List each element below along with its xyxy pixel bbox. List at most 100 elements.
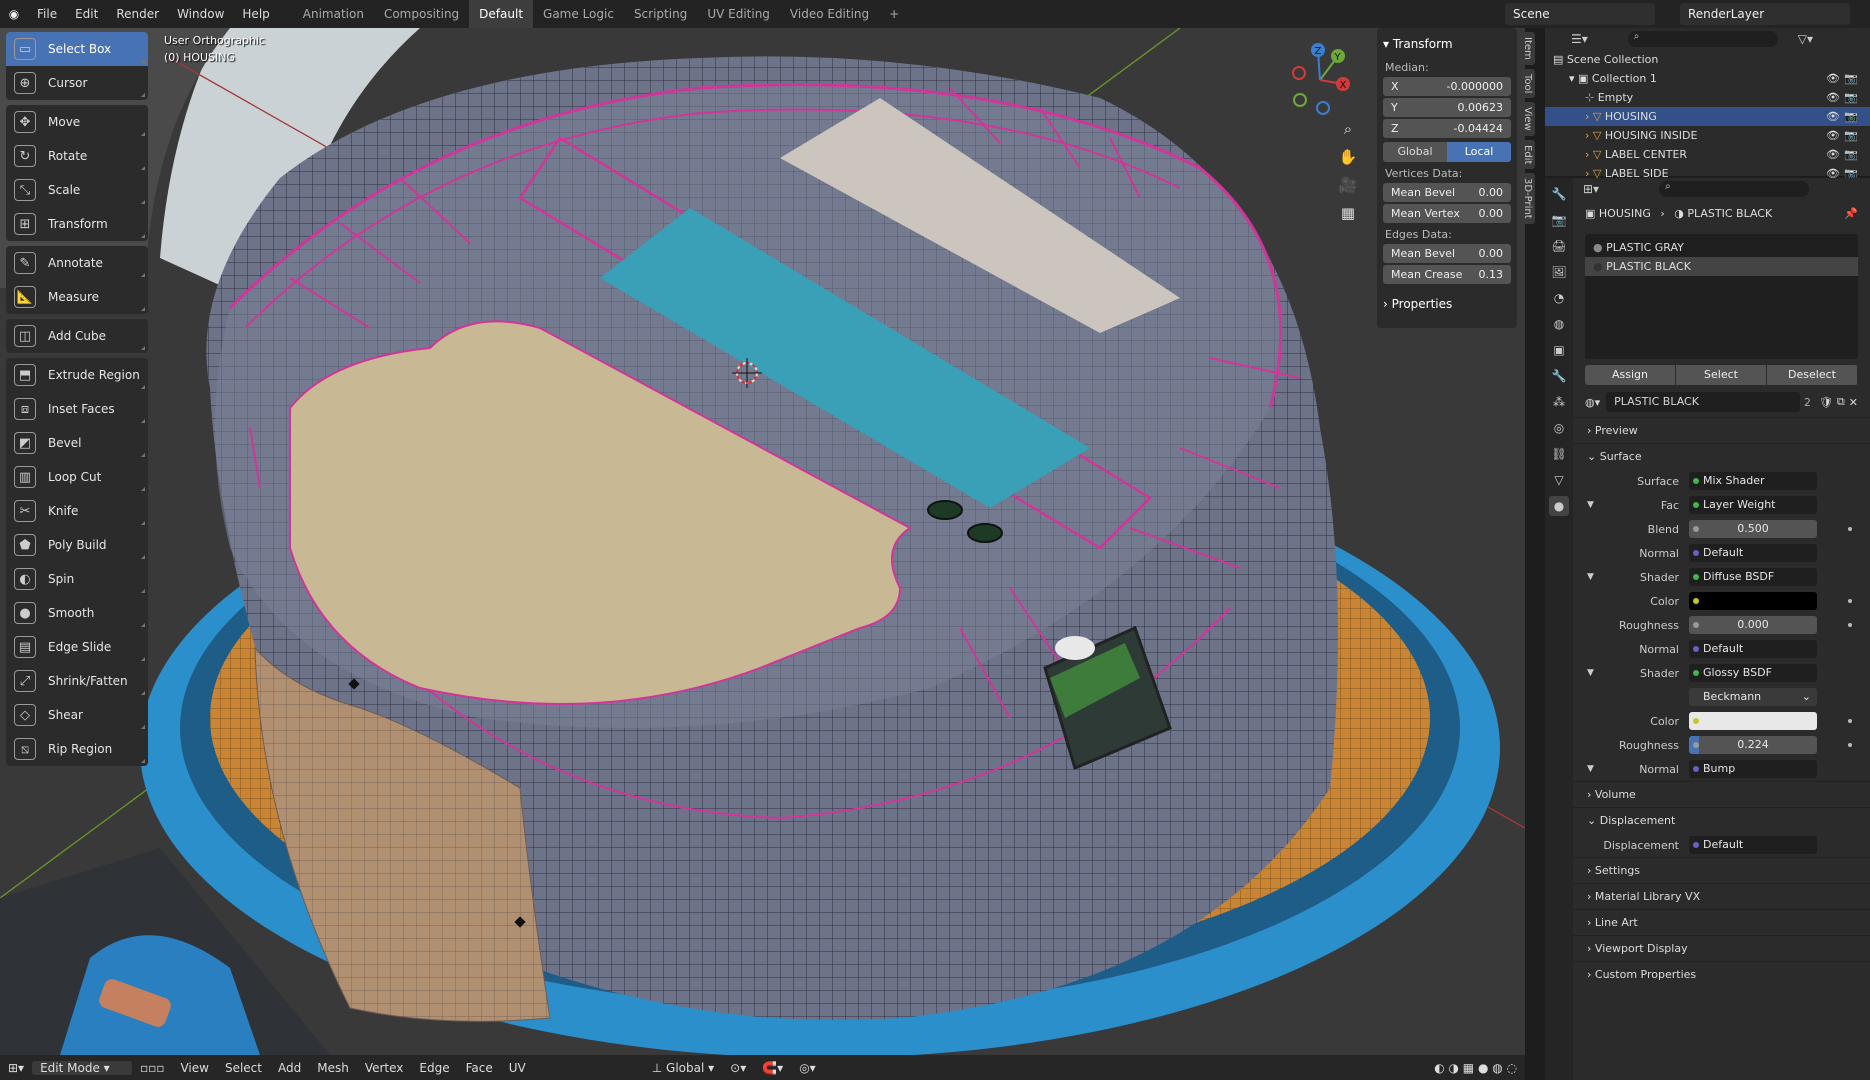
visibility-eye-icon[interactable]: 👁 bbox=[1826, 88, 1840, 107]
roughness-num-field[interactable]: 0.000 bbox=[1689, 616, 1817, 634]
select-mode-icons[interactable]: ▫▫▫ bbox=[132, 1061, 172, 1075]
outliner-row-housing[interactable]: › ▽ HOUSING 👁 📷 bbox=[1545, 107, 1870, 126]
color-color-field[interactable] bbox=[1689, 592, 1817, 610]
blend-num-field[interactable]: 0.500 bbox=[1689, 520, 1817, 538]
median-y-field[interactable]: Y 0.00623 bbox=[1383, 98, 1511, 117]
n-tab-3d-print[interactable]: 3D-Print bbox=[1520, 173, 1535, 224]
tool-knife[interactable]: ✂ Knife bbox=[6, 494, 148, 528]
shader-socket-field[interactable]: Glossy BSDF bbox=[1689, 664, 1817, 682]
properties-panel-header[interactable]: › Properties bbox=[1383, 292, 1511, 316]
normal-socket-field[interactable]: Default bbox=[1689, 640, 1817, 658]
tool-smooth[interactable]: ● Smooth bbox=[6, 596, 148, 630]
viewport-menu-uv[interactable]: UV bbox=[501, 1061, 534, 1075]
snap-icon[interactable]: 🧲▾ bbox=[754, 1061, 791, 1075]
filter-icon[interactable]: ▽▾ bbox=[1798, 32, 1813, 46]
view-layer-selector[interactable]: RenderLayer bbox=[1680, 3, 1850, 25]
tool-select-box[interactable]: ▭ Select Box bbox=[6, 32, 148, 66]
data-tab-icon[interactable]: ▽ bbox=[1549, 470, 1569, 490]
menu-window[interactable]: Window bbox=[168, 0, 233, 28]
modifier-tab-icon[interactable]: 🔧 bbox=[1549, 366, 1569, 386]
material-slot-plastic-gray[interactable]: ● PLASTIC GRAY bbox=[1585, 238, 1858, 257]
workspace-tab-uv-editing[interactable]: UV Editing bbox=[697, 0, 780, 28]
edges-mean-crease-field[interactable]: Mean Crease 0.13 bbox=[1383, 265, 1511, 284]
camera-view-icon[interactable]: 🎥 bbox=[1335, 172, 1361, 198]
outliner-row-empty[interactable]: ⊹ Empty 👁 📷 bbox=[1545, 88, 1870, 107]
scene-selector[interactable]: Scene bbox=[1505, 3, 1655, 25]
tool-add-cube[interactable]: ◫ Add Cube bbox=[6, 319, 148, 353]
tool-measure[interactable]: 📐 Measure bbox=[6, 280, 148, 314]
expand-triangle-icon[interactable]: ▼ bbox=[1587, 572, 1594, 582]
n-tab-view[interactable]: View bbox=[1520, 102, 1535, 136]
physics-tab-icon[interactable]: ◎ bbox=[1549, 418, 1569, 438]
vertices-mean-bevel-field[interactable]: Mean Bevel 0.00 bbox=[1383, 183, 1511, 202]
n-tab-edit[interactable]: Edit bbox=[1520, 139, 1535, 170]
tool-cursor[interactable]: ⊕ Cursor bbox=[6, 66, 148, 100]
tool-scale[interactable]: ⤡ Scale bbox=[6, 173, 148, 207]
expand-triangle-icon[interactable]: ▼ bbox=[1587, 668, 1594, 678]
tool-poly-build[interactable]: ⬟ Poly Build bbox=[6, 528, 148, 562]
mode-selector[interactable]: Edit Mode ▾ bbox=[32, 1060, 133, 1075]
keyframe-dot-icon[interactable] bbox=[1848, 599, 1852, 603]
unlink-icon[interactable]: ✕ bbox=[1849, 396, 1858, 409]
menu-help[interactable]: Help bbox=[233, 0, 278, 28]
tool-rip-region[interactable]: ⧅ Rip Region bbox=[6, 732, 148, 766]
space-local-button[interactable]: Local bbox=[1447, 142, 1511, 162]
keyframe-dot-icon[interactable] bbox=[1848, 527, 1852, 531]
particles-tab-icon[interactable]: ⁂ bbox=[1549, 392, 1569, 412]
roughness-slider-field[interactable]: 0.224 bbox=[1689, 736, 1817, 754]
editor-type-icon[interactable]: ⊞▾ bbox=[1583, 182, 1599, 196]
navigation-gizmo[interactable]: Z Y X bbox=[1285, 38, 1365, 118]
normal-socket-field[interactable]: Default bbox=[1689, 544, 1817, 562]
overlay-toggles[interactable]: ◐ ◑ ▦ ● ◍ ◌ bbox=[1426, 1061, 1525, 1075]
tool-edge-slide[interactable]: ▤ Edge Slide bbox=[6, 630, 148, 664]
select-button[interactable]: Select bbox=[1676, 365, 1767, 385]
scene-tab-icon[interactable]: ◔ bbox=[1549, 288, 1569, 308]
displacement-socket[interactable]: Default bbox=[1689, 836, 1817, 854]
color-color-field[interactable] bbox=[1689, 712, 1817, 730]
viewport-menu-add[interactable]: Add bbox=[270, 1061, 309, 1075]
ortho-grid-icon[interactable]: ▦ bbox=[1335, 200, 1361, 226]
tool-loop-cut[interactable]: ▥ Loop Cut bbox=[6, 460, 148, 494]
expand-triangle-icon[interactable]: ▼ bbox=[1587, 764, 1594, 774]
viewport-menu-view[interactable]: View bbox=[172, 1061, 216, 1075]
outliner-search[interactable]: ⌕ bbox=[1627, 31, 1778, 47]
user-count[interactable]: 2 bbox=[1804, 396, 1811, 409]
preview-section[interactable]: › Preview bbox=[1573, 417, 1870, 443]
space-global-button[interactable]: Global bbox=[1383, 142, 1447, 162]
menu-render[interactable]: Render bbox=[107, 0, 168, 28]
tool-spin[interactable]: ◐ Spin bbox=[6, 562, 148, 596]
pan-hand-icon[interactable]: ✋ bbox=[1335, 144, 1361, 170]
visibility-eye-icon[interactable]: 👁 bbox=[1826, 126, 1840, 145]
expand-triangle-icon[interactable]: ▼ bbox=[1587, 500, 1594, 510]
normal-socket-field[interactable]: Bump bbox=[1689, 760, 1817, 778]
workspace-tab-scripting[interactable]: Scripting bbox=[624, 0, 697, 28]
viewport-menu-vertex[interactable]: Vertex bbox=[357, 1061, 412, 1075]
outliner-row-housing-inside[interactable]: › ▽ HOUSING INSIDE 👁 📷 bbox=[1545, 126, 1870, 145]
outliner-row-label-center[interactable]: › ▽ LABEL CENTER 👁 📷 bbox=[1545, 145, 1870, 164]
render-camera-icon[interactable]: 📷 bbox=[1844, 88, 1858, 107]
vertices-mean-vertex-field[interactable]: Mean Vertex 0.00 bbox=[1383, 204, 1511, 223]
tool-extrude-region[interactable]: ⬒ Extrude Region bbox=[6, 358, 148, 392]
keyframe-dot-icon[interactable] bbox=[1848, 719, 1852, 723]
material-browse-icon[interactable]: ◍▾ bbox=[1585, 396, 1600, 409]
median-x-field[interactable]: X -0.000000 bbox=[1383, 77, 1511, 96]
workspace-tab-animation[interactable]: Animation bbox=[293, 0, 374, 28]
displacement-section[interactable]: ⌄ Displacement bbox=[1573, 807, 1870, 833]
tool-rotate[interactable]: ↻ Rotate bbox=[6, 139, 148, 173]
render-camera-icon[interactable]: 📷 bbox=[1844, 107, 1858, 126]
render-tab-icon[interactable]: 📷 bbox=[1549, 210, 1569, 230]
pin-icon[interactable]: 📌 bbox=[1844, 200, 1858, 228]
surface-socket-field[interactable]: Mix Shader bbox=[1689, 472, 1817, 490]
outliner-row-scene-collection[interactable]: ▤ Scene Collection bbox=[1545, 50, 1870, 69]
tool-tab-icon[interactable]: 🔧 bbox=[1549, 184, 1569, 204]
blender-logo-icon[interactable]: ◉ bbox=[0, 7, 28, 21]
workspace-tab-video-editing[interactable]: Video Editing bbox=[780, 0, 879, 28]
visibility-eye-icon[interactable]: 👁 bbox=[1826, 69, 1840, 88]
viewport-display-section[interactable]: › Viewport Display bbox=[1573, 935, 1870, 961]
viewport-menu-mesh[interactable]: Mesh bbox=[309, 1061, 357, 1075]
object-tab-icon[interactable]: ▣ bbox=[1549, 340, 1569, 360]
tool-inset-faces[interactable]: ⧈ Inset Faces bbox=[6, 392, 148, 426]
3d-viewport[interactable]: ▭ Select Box ⊕ Cursor ✥ Move ↻ Rotate ⤡ Scale ⊞ Tra… bbox=[0, 28, 1525, 1055]
distribution-dropdown[interactable]: Beckmann ⌄ bbox=[1689, 688, 1817, 706]
n-tab-tool[interactable]: Tool bbox=[1520, 68, 1535, 99]
